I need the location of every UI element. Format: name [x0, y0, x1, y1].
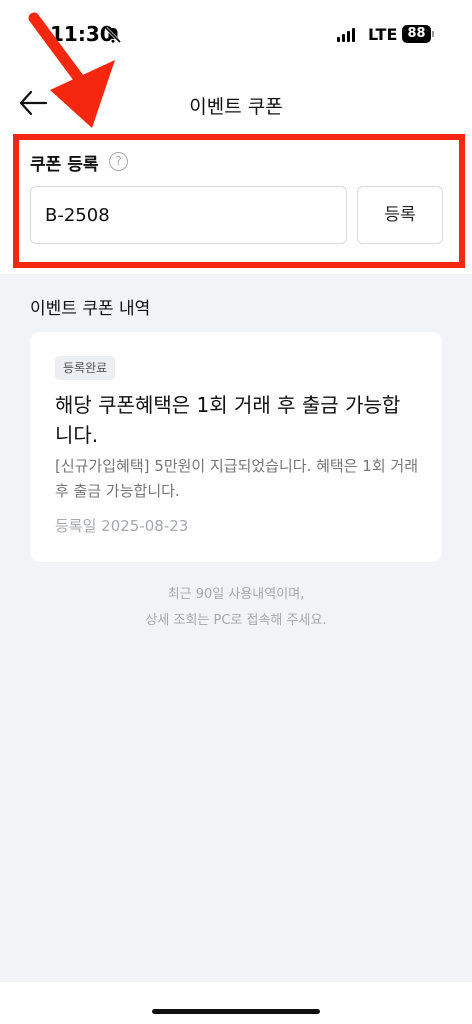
card-title: 해당 쿠폰혜택은 1회 거래 후 출금 가능합니다.: [55, 393, 401, 447]
register-button[interactable]: 등록: [357, 186, 443, 244]
home-indicator-area: [0, 982, 472, 1024]
home-indicator[interactable]: [152, 1009, 320, 1014]
card-description: [신규가입혜택] 5만원이 지급되었습니다. 혜택은 1회 거래 후 출금 가능…: [55, 457, 419, 500]
battery-icon: 88: [402, 25, 431, 43]
network-type: LTE: [368, 25, 398, 44]
status-bar: 11:30 LTE 88: [0, 0, 472, 70]
coupon-register-section: 쿠폰 등록 ? 등록: [0, 134, 472, 274]
status-badge: 등록완료: [55, 356, 116, 380]
register-label: 쿠폰 등록: [30, 155, 99, 175]
help-icon[interactable]: ?: [109, 152, 128, 171]
coupon-history-card: 등록완료 해당 쿠폰혜택은 1회 거래 후 출금 가능합니다. [신규가입혜택]…: [30, 332, 442, 562]
bell-muted-icon: [104, 26, 122, 44]
footer-line-2: 상세 조회는 PC로 접속해 주세요.: [145, 613, 327, 628]
header: 이벤트 쿠폰: [0, 70, 472, 134]
battery-tip: [432, 31, 434, 37]
footer-line-1: 최근 90일 사용내역이며,: [167, 587, 305, 602]
page-title: 이벤트 쿠폰: [189, 96, 283, 118]
signal-icon: [337, 28, 355, 42]
footer-note: 최근 90일 사용내역이며, 상세 조회는 PC로 접속해 주세요.: [0, 582, 472, 634]
card-date: 등록일 2025-08-23: [55, 517, 189, 535]
coupon-code-input[interactable]: [30, 186, 347, 244]
history-title: 이벤트 쿠폰 내역: [30, 299, 151, 319]
